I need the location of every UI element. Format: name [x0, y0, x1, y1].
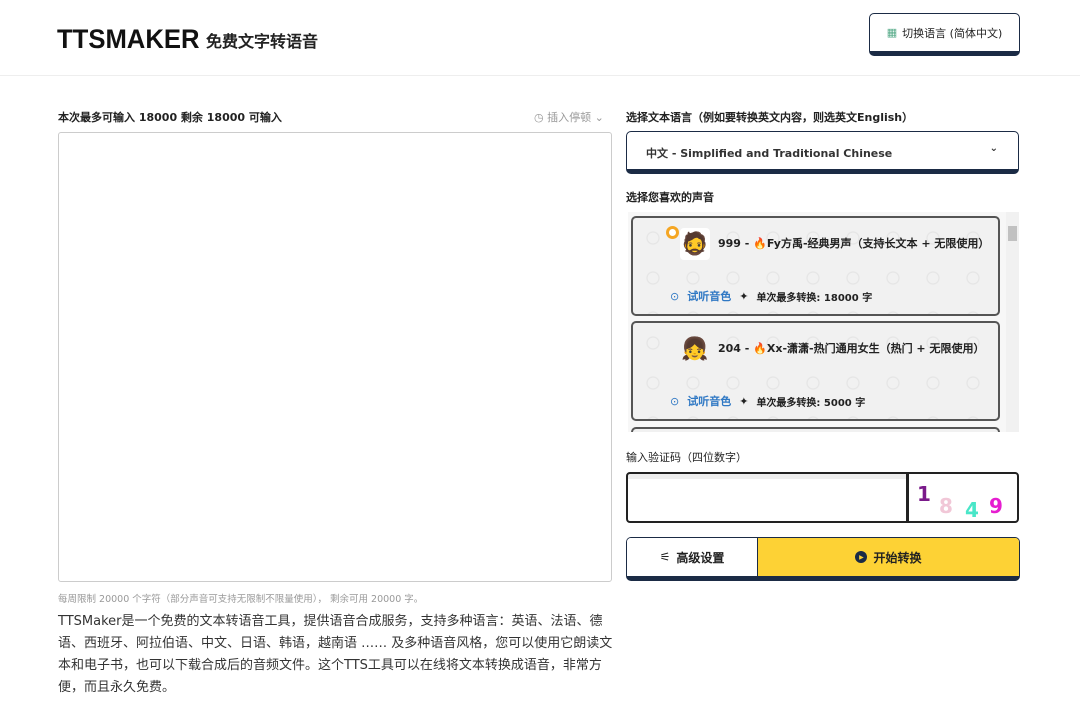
voice-card[interactable]	[631, 427, 1000, 432]
language-label: 选择文本语言（例如要转换英文内容，则选英文English）	[626, 111, 914, 124]
voice-card[interactable]: 🧔 999 - 🔥Fy方禹-经典男声（支持长文本 + 无限使用） ⊙ 试听音色 ✦ 单…	[631, 216, 1000, 316]
tagline: 免费文字转语音	[206, 32, 319, 51]
start-convert-button[interactable]: ▶ 开始转换	[758, 538, 1019, 576]
chevron-down-icon: ⌄	[989, 143, 998, 154]
text-input[interactable]	[58, 132, 612, 582]
captcha-input[interactable]	[626, 472, 908, 523]
voice-name: 999 - 🔥Fy方禹-经典男声（支持长文本 + 无限使用）	[718, 237, 990, 250]
listen-link[interactable]: 试听音色	[687, 393, 731, 409]
max-chars: 单次最多转换: 18000 字	[756, 292, 873, 304]
advanced-settings-label: 高级设置	[676, 550, 725, 565]
max-chars: 单次最多转换: 5000 字	[756, 397, 866, 409]
language-select[interactable]: 中文 - Simplified and Traditional Chinese …	[626, 131, 1019, 174]
advanced-settings-button[interactable]: ⚟ 高级设置	[627, 538, 758, 576]
scroll-thumb[interactable]	[1008, 226, 1017, 241]
input-limit-label: 本次最多可输入 18000 剩余 18000 可输入	[58, 111, 282, 124]
clock-icon: ◷	[534, 111, 548, 124]
voice-card[interactable]: 👧 204 - 🔥Xx-潇潇-热门通用女生（热门 + 无限使用） ⊙ 试听音色 ✦ 单…	[631, 321, 1000, 421]
play-circle-icon[interactable]: ⊙	[670, 395, 679, 408]
sparkle-icon: ✦	[739, 289, 749, 303]
play-circle-icon[interactable]: ⊙	[670, 290, 679, 303]
chevron-down-icon: ⌄	[591, 111, 604, 124]
captcha-digit: 8	[939, 494, 953, 518]
insert-pause-dropdown[interactable]: ◷ 插入停顿 ⌄	[534, 109, 604, 125]
insert-pause-label: 插入停顿	[547, 111, 592, 124]
language-selected: 中文 - Simplified and Traditional Chinese	[646, 147, 893, 160]
sliders-icon: ⚟	[659, 550, 671, 564]
translate-icon: ▦	[886, 26, 898, 39]
voice-label: 选择您喜欢的声音	[626, 191, 714, 204]
logo[interactable]: TTSMAKER	[57, 24, 200, 55]
captcha-digit: 9	[989, 494, 1003, 518]
voice-list[interactable]: 🧔 999 - 🔥Fy方禹-经典男声（支持长文本 + 无限使用） ⊙ 试听音色 ✦ 单…	[628, 212, 1019, 432]
header: TTSMAKER 免费文字转语音 ▦ 切换语言 (简体中文)	[0, 0, 1080, 76]
scrollbar[interactable]	[1006, 212, 1019, 432]
captcha-image[interactable]: 1 8 4 9	[907, 472, 1019, 523]
weekly-limit-note: 每周限制 20000 个字符（部分声音可支持无限制不限量使用）， 剩余可用 20…	[58, 594, 424, 605]
sparkle-icon: ✦	[739, 394, 749, 408]
captcha-digit: 1	[917, 482, 931, 506]
switch-language-button[interactable]: ▦ 切换语言 (简体中文)	[869, 13, 1020, 56]
captcha-label: 输入验证码（四位数字）	[626, 451, 747, 464]
listen-link[interactable]: 试听音色	[687, 288, 731, 304]
captcha-digit: 4	[965, 498, 979, 522]
play-icon: ▶	[855, 551, 868, 563]
description: TTSMaker是一个免费的文本转语音工具，提供语音合成服务，支持多种语言：英语…	[58, 614, 613, 695]
action-buttons: ⚟ 高级设置 ▶ 开始转换	[626, 537, 1020, 581]
switch-language-label: 切换语言 (简体中文)	[902, 26, 1003, 40]
voice-name: 204 - 🔥Xx-潇潇-热门通用女生（热门 + 无限使用）	[718, 342, 985, 355]
start-convert-label: 开始转换	[873, 550, 922, 565]
